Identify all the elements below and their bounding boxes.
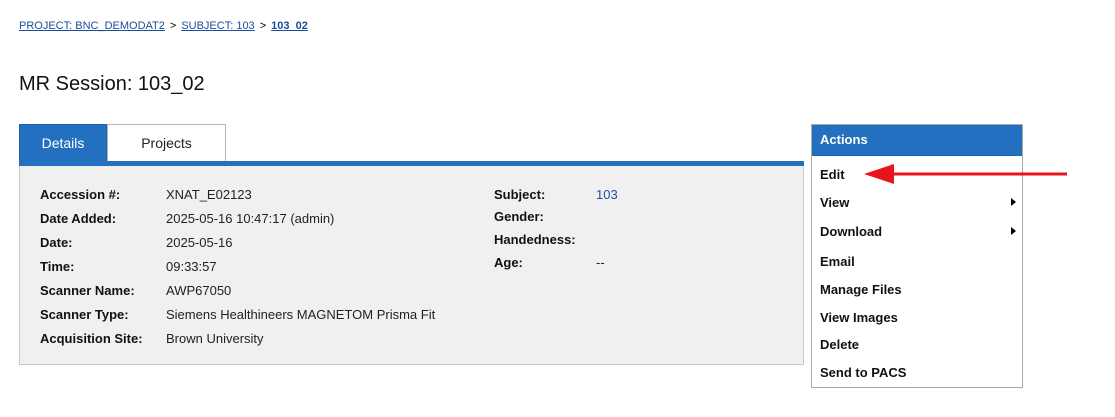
action-view[interactable]: View bbox=[820, 195, 1016, 210]
page-title: MR Session: 103_02 bbox=[19, 73, 205, 95]
scanner-type-value: Siemens Healthineers MAGNETOM Prisma Fit bbox=[166, 307, 436, 322]
accession-label: Accession #: bbox=[40, 187, 121, 202]
scanner-type-label: Scanner Type: bbox=[40, 307, 129, 322]
submenu-arrow-icon bbox=[1011, 198, 1016, 206]
age-label: Age: bbox=[494, 255, 523, 270]
action-view-label: View bbox=[820, 195, 850, 210]
action-manage-files-label: Manage Files bbox=[820, 282, 902, 297]
accession-value: XNAT_E02123 bbox=[166, 187, 252, 202]
date-added-label: Date Added: bbox=[40, 211, 117, 226]
tab-details[interactable]: Details bbox=[19, 124, 107, 161]
details-panel: Accession #: XNAT_E02123 Date Added: 202… bbox=[19, 166, 804, 365]
action-delete-label: Delete bbox=[820, 337, 860, 352]
scanner-name-label: Scanner Name: bbox=[40, 283, 135, 298]
tab-projects[interactable]: Projects bbox=[107, 124, 226, 161]
action-view-images[interactable]: View Images bbox=[820, 310, 1016, 325]
subject-label: Subject: bbox=[494, 187, 546, 202]
date-added-value: 2025-05-16 10:47:17 (admin) bbox=[166, 211, 335, 226]
breadcrumb-subject-link[interactable]: SUBJECT: 103 bbox=[181, 20, 254, 32]
date-value: 2025-05-16 bbox=[166, 235, 233, 250]
action-manage-files[interactable]: Manage Files bbox=[820, 282, 1016, 297]
submenu-arrow-icon bbox=[1011, 227, 1016, 235]
breadcrumb: PROJECT: BNC_DEMODAT2 > SUBJECT: 103 >103_0… bbox=[19, 20, 308, 32]
action-delete[interactable]: Delete bbox=[820, 337, 1016, 352]
action-view-images-label: View Images bbox=[820, 310, 898, 325]
time-label: Time: bbox=[40, 259, 75, 274]
action-send-to-pacs-label: Send to PACS bbox=[820, 365, 907, 380]
subject-link[interactable]: 103 bbox=[596, 187, 618, 202]
age-value: -- bbox=[596, 255, 605, 270]
breadcrumb-separator: > bbox=[259, 20, 267, 32]
actions-header: Actions bbox=[812, 125, 1022, 156]
acquisition-site-value: Brown University bbox=[166, 331, 264, 346]
acquisition-site-label: Acquisition Site: bbox=[40, 331, 143, 346]
action-download[interactable]: Download bbox=[820, 224, 1016, 239]
date-label: Date: bbox=[40, 235, 73, 250]
breadcrumb-current[interactable]: 103_02 bbox=[271, 20, 308, 32]
action-download-label: Download bbox=[820, 224, 883, 239]
handedness-label: Handedness: bbox=[494, 232, 576, 247]
breadcrumb-separator: > bbox=[169, 20, 177, 32]
gender-label: Gender: bbox=[494, 209, 544, 224]
red-arrow-icon bbox=[864, 164, 1067, 184]
breadcrumb-project-link[interactable]: PROJECT: BNC_DEMODAT2 bbox=[19, 20, 165, 32]
action-send-to-pacs[interactable]: Send to PACS bbox=[820, 365, 1016, 380]
time-value: 09:33:57 bbox=[166, 259, 217, 274]
action-email-label: Email bbox=[820, 254, 855, 269]
scanner-name-value: AWP67050 bbox=[166, 283, 232, 298]
action-email[interactable]: Email bbox=[820, 254, 1016, 269]
action-edit-label: Edit bbox=[820, 167, 845, 182]
